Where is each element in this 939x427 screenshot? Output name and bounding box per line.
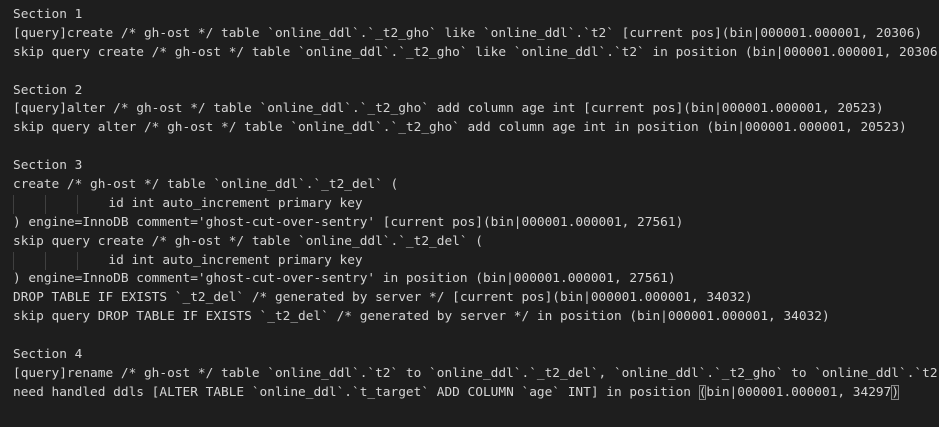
code-line: skip query alter /* gh-ost */ table `onl… bbox=[13, 120, 907, 136]
code-line: ) engine=InnoDB comment='ghost-cut-over-… bbox=[13, 214, 684, 230]
code-line: DROP TABLE IF EXISTS `_t2_del` /* genera… bbox=[13, 290, 753, 306]
code-line: [query]rename /* gh-ost */ table `online… bbox=[13, 365, 939, 381]
code-line-indented: id int auto_increment primary key bbox=[13, 251, 939, 271]
code-line-text: bin|000001.000001, 34297 bbox=[706, 384, 892, 400]
code-line: Section 4 bbox=[13, 347, 83, 363]
matched-close-paren: ) bbox=[891, 384, 900, 400]
code-line: skip query DROP TABLE IF EXISTS `_t2_del… bbox=[13, 309, 830, 325]
code-line-text: id int auto_increment primary key bbox=[108, 252, 363, 268]
code-line: ) engine=InnoDB comment='ghost-cut-over-… bbox=[13, 271, 676, 287]
code-line: Section 1 bbox=[13, 7, 83, 22]
text-editor[interactable]: Section 1 [query]create /* gh-ost */ tab… bbox=[0, 0, 939, 427]
code-line: skip query create /* gh-ost */ table `on… bbox=[13, 44, 939, 60]
code-line: [query]alter /* gh-ost */ table `online_… bbox=[13, 101, 884, 117]
code-line-indented: id int auto_increment primary key bbox=[13, 194, 939, 214]
code-line-cursor: need handled ddls [ALTER TABLE `online_d… bbox=[13, 384, 939, 403]
code-line: [query]create /* gh-ost */ table `online… bbox=[13, 25, 923, 41]
code-line-text: id int auto_increment primary key bbox=[108, 195, 363, 211]
code-line: skip query create /* gh-ost */ table `on… bbox=[13, 233, 483, 249]
code-line: Section 2 bbox=[13, 82, 83, 98]
code-line: Section 3 bbox=[13, 158, 83, 174]
code-line: create /* gh-ost */ table `online_ddl`.`… bbox=[13, 177, 399, 193]
code-line-text: need handled ddls [ALTER TABLE `online_d… bbox=[13, 384, 699, 400]
